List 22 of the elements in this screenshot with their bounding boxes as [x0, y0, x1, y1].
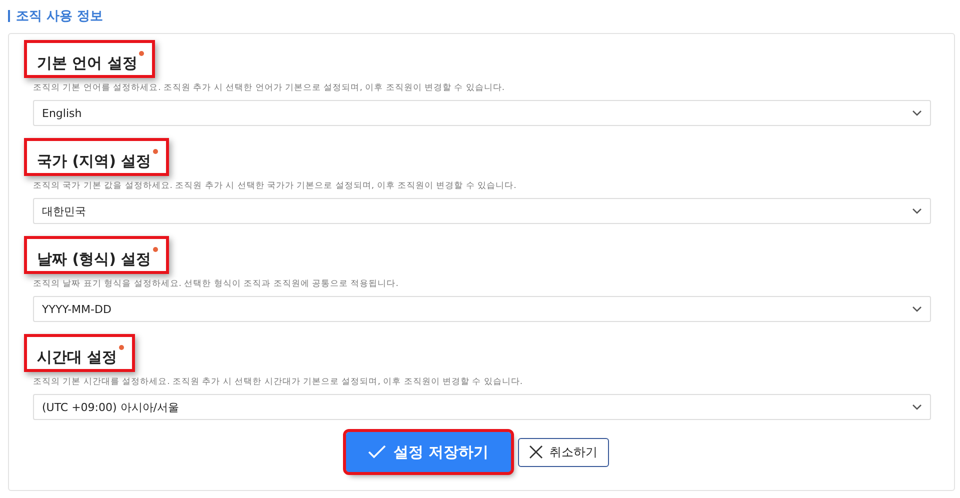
field-title: 날짜 (형식) 설정 — [24, 236, 170, 274]
chevron-down-icon — [912, 306, 922, 312]
field-title: 기본 언어 설정 — [24, 40, 156, 78]
cancel-button[interactable]: 취소하기 — [518, 438, 609, 466]
close-icon — [528, 445, 543, 459]
dropdown-select[interactable]: English — [33, 100, 931, 126]
checkmark-icon — [368, 445, 386, 459]
section-title: 조직 사용 정보 — [16, 8, 104, 25]
chevron-down-icon — [912, 208, 922, 214]
dropdown-select[interactable]: 대한민국 — [33, 198, 931, 224]
field-title: 시간대 설정 — [24, 334, 136, 372]
field-description: 조직의 날짜 표기 형식을 설정하세요. 선택한 형식이 조직과 조직원에 공통으로 적용됩니다. — [33, 278, 400, 290]
dropdown-select[interactable]: YYYY-MM-DD — [33, 296, 931, 322]
field-title: 국가 (지역) 설정 — [24, 138, 170, 176]
chevron-down-icon — [912, 404, 922, 410]
dropdown-select[interactable]: (UTC +09:00) 아시아/서울 — [33, 394, 931, 420]
field-description: 조직의 국가 기본 값을 설정하세요. 조직원 추가 시 선택한 국가가 기본으로 설정되며, 이후 조직원이 변경할 수 있습니다. — [33, 180, 518, 192]
field-description: 조직의 기본 언어를 설정하세요. 조직원 추가 시 선택한 언어가 기본으로 설정되며, 이후 조직원이 변경할 수 있습니다. — [33, 82, 506, 94]
save-settings-button[interactable]: 설정 저장하기 — [346, 432, 511, 472]
field-description: 조직의 기본 시간대를 설정하세요. 조직원 추가 시 선택한 시간대가 기본으로 설정되며, 이후 조직원이 변경할 수 있습니다. — [33, 376, 524, 388]
chevron-down-icon — [912, 110, 922, 116]
section-marker — [8, 10, 10, 22]
